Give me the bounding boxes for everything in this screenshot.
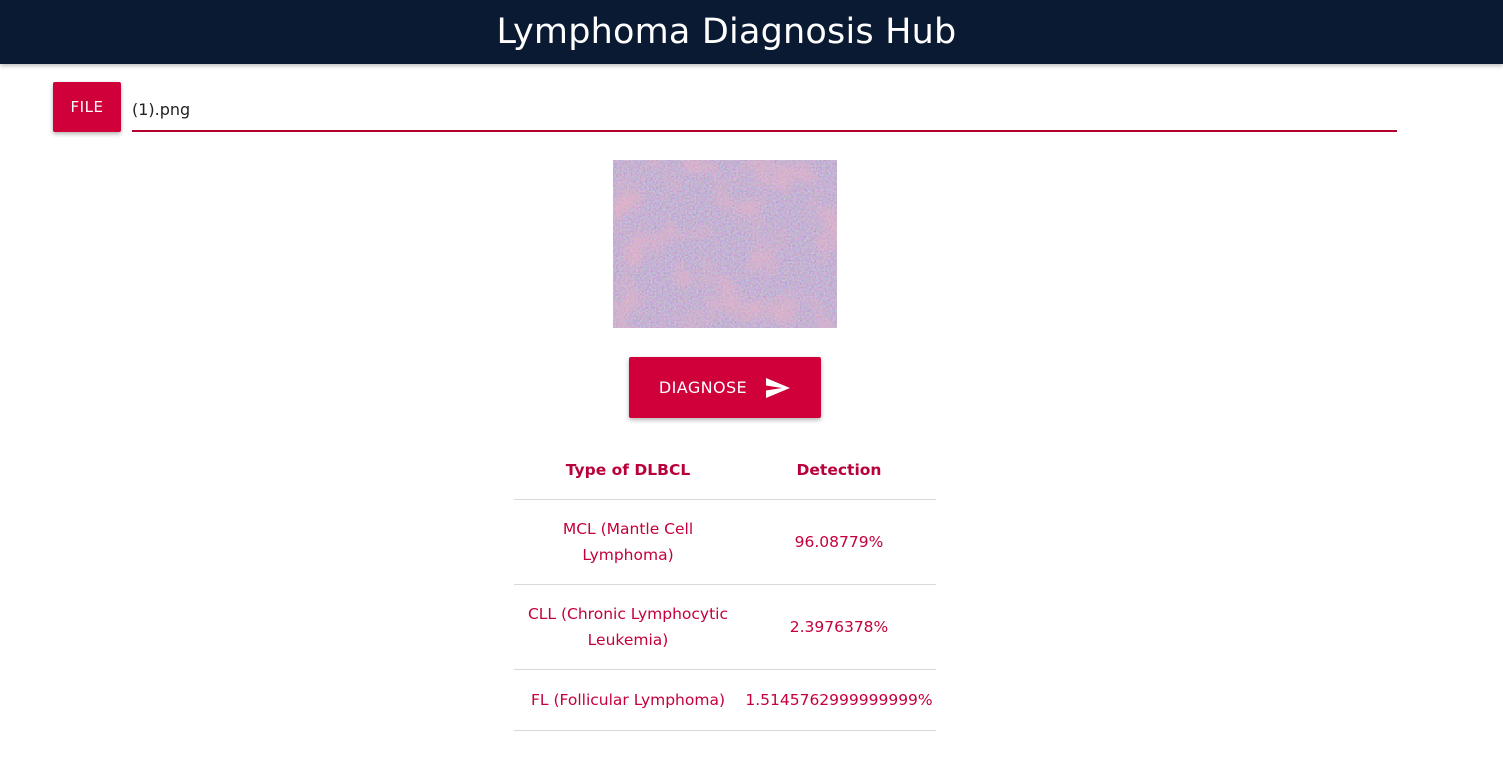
cell-type: FL (Follicular Lymphoma) — [514, 669, 742, 731]
results-table: Type of DLBCL Detection MCL (Mantle Cell… — [514, 440, 936, 731]
column-header-detection: Detection — [742, 440, 936, 500]
table-row: FL (Follicular Lymphoma) 1.5145762999999… — [514, 669, 936, 731]
diagnose-button[interactable]: DIAGNOSE — [629, 357, 821, 418]
image-preview — [613, 160, 837, 328]
cell-detection: 96.08779% — [742, 499, 936, 585]
app-header: Lymphoma Diagnosis Hub — [0, 0, 1503, 64]
cell-detection: 2.3976378% — [742, 584, 936, 670]
diagnose-button-label: DIAGNOSE — [658, 378, 748, 397]
table-row: CLL (Chronic Lymphocytic Leukemia) 2.397… — [514, 584, 936, 670]
column-header-type: Type of DLBCL — [514, 440, 742, 500]
cell-type: CLL (Chronic Lymphocytic Leukemia) — [514, 584, 742, 670]
file-name-input[interactable] — [132, 88, 1397, 132]
cell-type: MCL (Mantle Cell Lymphoma) — [514, 499, 742, 585]
page-title: Lymphoma Diagnosis Hub — [496, 12, 957, 52]
send-icon — [765, 377, 791, 399]
cell-detection: 1.5145762999999999% — [742, 669, 936, 731]
table-header-row: Type of DLBCL Detection — [514, 440, 936, 500]
file-button[interactable]: FILE — [53, 82, 121, 132]
table-row: MCL (Mantle Cell Lymphoma) 96.08779% — [514, 499, 936, 585]
